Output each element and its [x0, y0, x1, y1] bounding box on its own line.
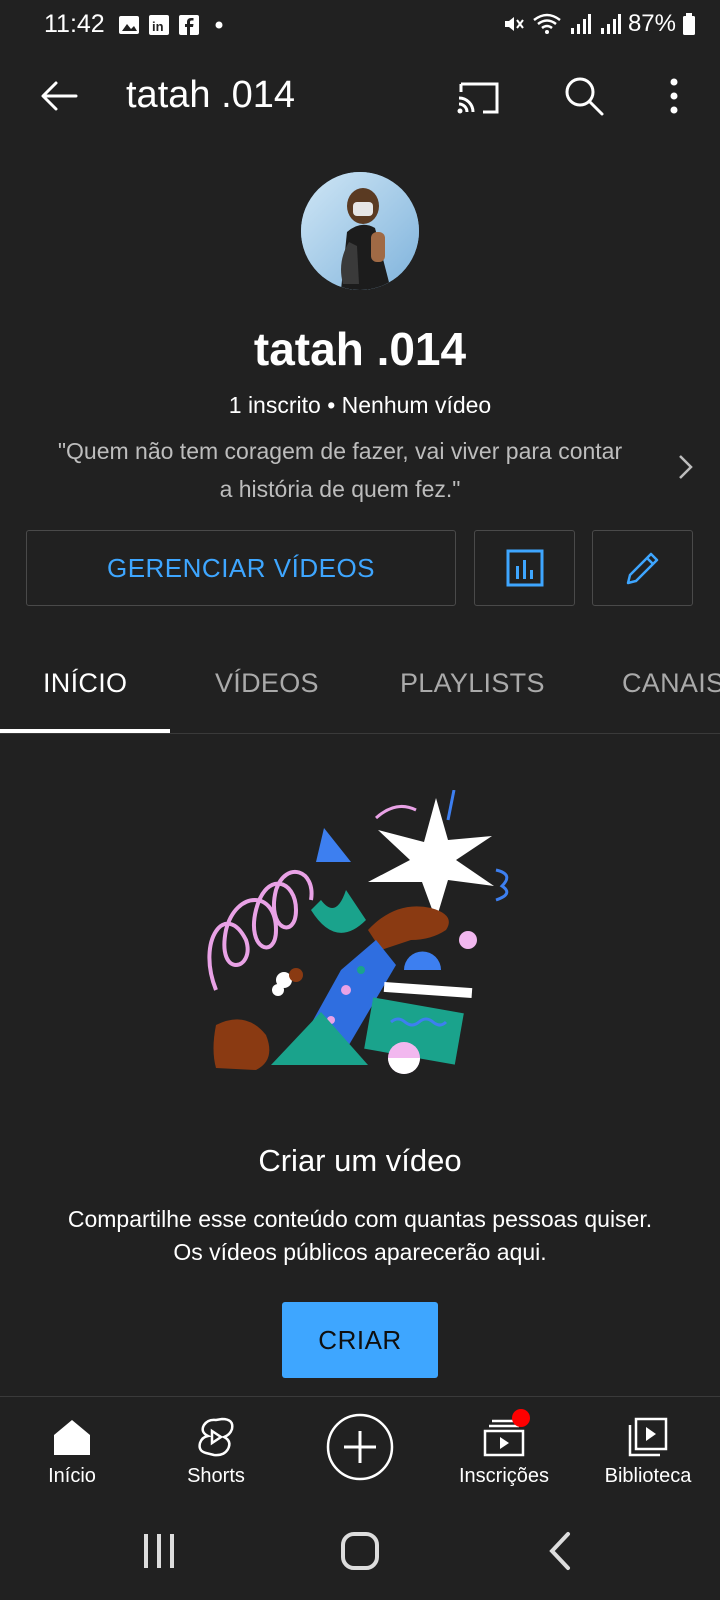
- create-button[interactable]: CRIAR: [282, 1302, 438, 1378]
- description-line-2: a história de quem fez.": [219, 476, 461, 502]
- tab-playlists[interactable]: PLAYLISTS: [400, 668, 545, 699]
- notification-dot: [512, 1409, 530, 1427]
- home-button-icon[interactable]: [335, 1526, 385, 1576]
- tab-canais[interactable]: CANAIS: [622, 668, 720, 699]
- library-icon: [628, 1417, 668, 1457]
- status-bar: 11:42 in 87%: [0, 0, 720, 52]
- home-icon: [54, 1420, 90, 1455]
- pencil-icon: [626, 552, 658, 585]
- channel-name: tatah .014: [253, 323, 467, 375]
- nav-shorts[interactable]: Shorts: [144, 1397, 288, 1505]
- svg-text:in: in: [152, 19, 164, 34]
- channel-description[interactable]: "Quem não tem coragem de fazer, vai vive…: [20, 432, 660, 508]
- nav-inscricoes[interactable]: Inscrições: [432, 1397, 576, 1505]
- signal-icon: [600, 14, 621, 34]
- nav-label-biblioteca: Biblioteca: [604, 1465, 692, 1487]
- facebook-icon: [179, 15, 199, 35]
- create-video-illustration: [207, 790, 509, 1074]
- dot-icon: [215, 21, 223, 29]
- nav-label-inicio: Início: [48, 1465, 96, 1487]
- shorts-icon: [198, 1417, 234, 1457]
- empty-state-line-2: Os vídeos públicos aparecerão aqui.: [173, 1239, 547, 1265]
- empty-state-line-1: Compartilhe esse conteúdo com quantas pe…: [67, 1206, 653, 1232]
- nav-label-shorts: Shorts: [187, 1465, 245, 1487]
- app-title: tatah .014: [126, 74, 296, 116]
- create-plus-icon[interactable]: [326, 1413, 394, 1481]
- system-back-icon[interactable]: [536, 1526, 586, 1576]
- wifi-icon: [533, 13, 561, 34]
- avatar-photo: [301, 172, 419, 290]
- analytics-button[interactable]: [474, 530, 575, 606]
- app-bar: tatah .014: [0, 56, 720, 136]
- status-notification-icons: in: [118, 14, 230, 36]
- nav-inicio[interactable]: Início: [0, 1397, 144, 1505]
- cast-icon[interactable]: [455, 74, 503, 122]
- description-line-1: "Quem não tem coragem de fazer, vai vive…: [57, 438, 623, 464]
- more-vert-icon[interactable]: [650, 72, 698, 120]
- manage-videos-button[interactable]: GERENCIAR VÍDEOS: [26, 530, 456, 606]
- empty-state-title: Criar um vídeo: [258, 1143, 462, 1178]
- mute-icon: [504, 17, 524, 31]
- edit-channel-button[interactable]: [592, 530, 693, 606]
- tab-inicio[interactable]: INÍCIO: [43, 668, 127, 699]
- system-navigation: [0, 1504, 720, 1600]
- status-system-icons: 87%: [502, 10, 696, 38]
- linkedin-icon: in: [149, 15, 169, 35]
- avatar[interactable]: [301, 172, 419, 290]
- nav-label-inscricoes: Inscrições: [458, 1465, 550, 1487]
- battery-percent: 87%: [627, 10, 676, 37]
- recent-apps-icon[interactable]: [134, 1526, 184, 1576]
- channel-meta: 1 inscrito • Nenhum vídeo: [228, 392, 492, 418]
- gallery-icon: [119, 16, 139, 34]
- bottom-navigation: Início Shorts Inscrições Biblioteca: [0, 1396, 720, 1504]
- nav-biblioteca[interactable]: Biblioteca: [576, 1397, 720, 1505]
- empty-state-description: Compartilhe esse conteúdo com quantas pe…: [0, 1203, 720, 1269]
- chevron-right-icon[interactable]: [670, 452, 700, 482]
- battery-icon: [683, 13, 695, 35]
- search-icon[interactable]: [560, 72, 608, 120]
- status-time: 11:42: [44, 10, 105, 38]
- tab-videos[interactable]: VÍDEOS: [215, 668, 319, 699]
- analytics-icon: [506, 549, 543, 587]
- signal-icon: [570, 14, 591, 34]
- channel-tabs: INÍCIO VÍDEOS PLAYLISTS CANAIS: [0, 640, 720, 734]
- back-arrow-icon[interactable]: [36, 72, 84, 120]
- tab-indicator: [0, 729, 170, 733]
